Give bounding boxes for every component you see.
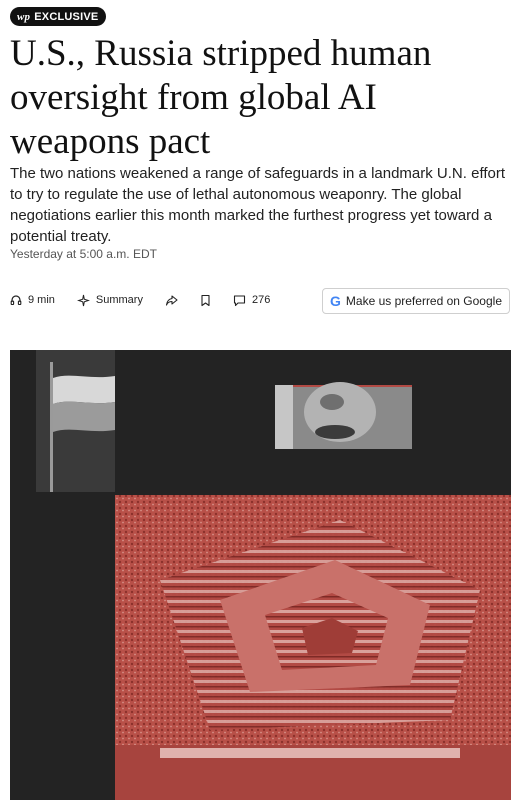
- hero-image: [10, 350, 511, 800]
- sparkle-icon: [76, 294, 90, 307]
- summary-button[interactable]: Summary: [76, 294, 143, 307]
- face-image: [275, 382, 412, 449]
- listen-button[interactable]: 9 min: [10, 294, 55, 306]
- listen-duration: 9 min: [28, 294, 55, 306]
- preferred-label: Make us preferred on Google: [345, 294, 502, 308]
- share-button[interactable]: [165, 294, 178, 307]
- share-icon: [165, 294, 178, 307]
- flag-image: [36, 350, 115, 492]
- article-headline: U.S., Russia stripped human oversight fr…: [10, 33, 432, 162]
- exclusive-label: EXCLUSIVE: [34, 10, 99, 23]
- headphones-icon: [10, 294, 22, 306]
- exclusive-badge: wp EXCLUSIVE: [10, 7, 107, 26]
- article-dek: The two nations weakened a range of safe…: [10, 165, 506, 245]
- preferred-on-google-button[interactable]: G Make us preferred on Google: [322, 288, 510, 314]
- hero-collage: [10, 350, 511, 800]
- comments-button[interactable]: 276: [233, 294, 270, 307]
- summary-label: Summary: [95, 294, 143, 306]
- timestamp: Yesterday at 5:00 a.m. EDT: [10, 247, 157, 261]
- pentagon-aerial-image: [115, 492, 511, 800]
- comment-icon: [233, 294, 246, 307]
- google-g-icon: G: [330, 293, 341, 309]
- bookmark-button[interactable]: [200, 294, 211, 307]
- bookmark-icon: [200, 294, 211, 307]
- wp-logo: wp: [17, 10, 31, 23]
- comments-count: 276: [251, 294, 271, 306]
